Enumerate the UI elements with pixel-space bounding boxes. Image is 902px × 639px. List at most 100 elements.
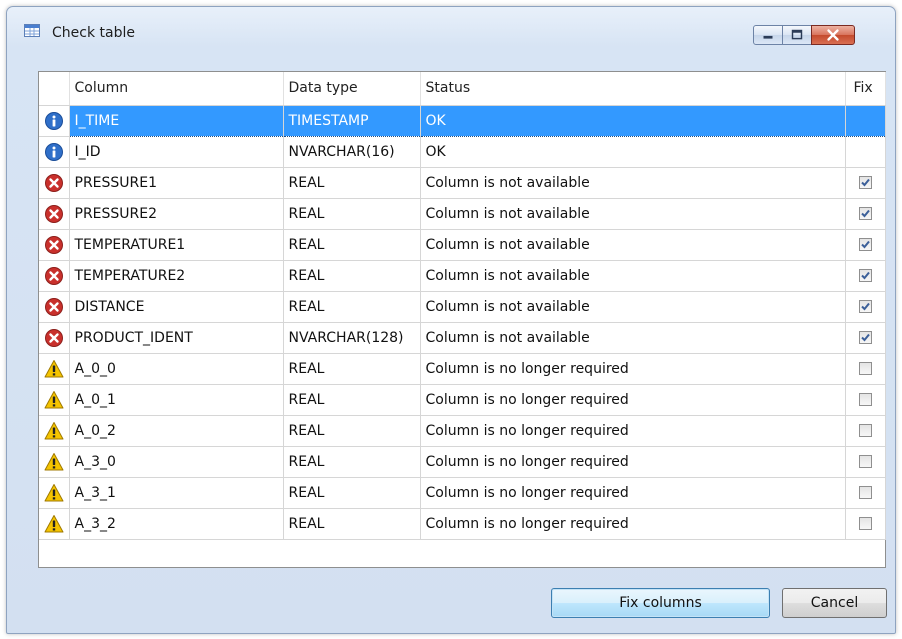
cell-data-type: REAL (283, 384, 421, 416)
table-row[interactable]: DISTANCE REAL Column is not available (39, 291, 886, 323)
fix-checkbox[interactable] (858, 486, 872, 499)
table-row[interactable]: TEMPERATURE1 REAL Column is not available (39, 229, 886, 261)
header-column[interactable]: Column (69, 72, 284, 106)
cell-data-type: REAL (283, 167, 421, 199)
checkmark-icon (860, 240, 870, 249)
cell-status: Column is not available (420, 167, 846, 199)
cell-status: Column is not available (420, 322, 846, 354)
info-icon (44, 142, 64, 162)
table-row[interactable]: A_3_1 REAL Column is no longer required (39, 477, 886, 509)
table-row[interactable]: I_TIME TIMESTAMP OK (39, 104, 886, 137)
cell-fix (845, 136, 886, 168)
row-status-icon-cell (39, 446, 70, 478)
cell-data-type: TIMESTAMP (283, 104, 421, 137)
cell-status: Column is not available (420, 291, 846, 323)
error-icon (44, 173, 64, 193)
row-status-icon-cell (39, 353, 70, 385)
row-status-icon-cell (39, 260, 70, 292)
cell-fix (845, 322, 886, 354)
cell-column: A_3_2 (69, 508, 284, 540)
fix-checkbox[interactable] (858, 393, 872, 406)
cell-data-type: REAL (283, 477, 421, 509)
maximize-button[interactable] (782, 25, 812, 45)
header-fix[interactable]: Fix (845, 72, 886, 106)
table-row[interactable]: PRESSURE2 REAL Column is not available (39, 198, 886, 230)
fix-checkbox-checked[interactable] (858, 207, 872, 220)
header-data-type[interactable]: Data type (283, 72, 421, 106)
minimize-icon (763, 35, 773, 39)
cell-status: Column is not available (420, 229, 846, 261)
table-row[interactable]: A_0_0 REAL Column is no longer required (39, 353, 886, 385)
row-status-icon-cell (39, 477, 70, 509)
cell-data-type: REAL (283, 353, 421, 385)
table-row[interactable]: A_3_2 REAL Column is no longer required (39, 508, 886, 540)
table-row[interactable]: A_0_1 REAL Column is no longer required (39, 384, 886, 416)
fix-checkbox-checked[interactable] (858, 238, 872, 251)
error-icon (44, 297, 64, 317)
fix-columns-button[interactable]: Fix columns (551, 588, 770, 618)
fix-checkbox[interactable] (858, 424, 872, 437)
fix-checkbox-checked[interactable] (858, 176, 872, 189)
cell-fix (845, 477, 886, 509)
cell-fix (845, 260, 886, 292)
checkmark-icon (860, 302, 870, 311)
columns-table: Column Data type Status Fix I_TIME TIMEST… (39, 72, 886, 540)
check-table-grid[interactable]: Column Data type Status Fix I_TIME TIMEST… (38, 71, 886, 568)
row-status-icon-cell (39, 104, 70, 137)
warning-icon (44, 452, 64, 472)
table-icon (24, 24, 40, 37)
cell-fix (845, 229, 886, 261)
cell-status: Column is not available (420, 198, 846, 230)
cell-status: OK (420, 136, 846, 168)
checkmark-icon (860, 271, 870, 280)
cell-column: DISTANCE (69, 291, 284, 323)
cell-column: PRESSURE1 (69, 167, 284, 199)
table-row[interactable]: PRODUCT_IDENT NVARCHAR(128) Column is not … (39, 322, 886, 354)
fix-checkbox[interactable] (858, 362, 872, 375)
table-row[interactable]: A_0_2 REAL Column is no longer required (39, 415, 886, 447)
row-status-icon-cell (39, 229, 70, 261)
cell-data-type: REAL (283, 415, 421, 447)
cell-column: I_TIME (69, 104, 284, 137)
minimize-button[interactable] (753, 25, 783, 45)
table-body: I_TIME TIMESTAMP OK I_ID NVARCHAR(16) OK PRESS… (39, 104, 886, 540)
fix-checkbox-checked[interactable] (858, 269, 872, 282)
row-status-icon-cell (39, 136, 70, 168)
header-status[interactable]: Status (420, 72, 846, 106)
cell-data-type: REAL (283, 229, 421, 261)
cell-fix (845, 353, 886, 385)
fix-checkbox[interactable] (858, 455, 872, 468)
cell-fix (845, 291, 886, 323)
cell-fix (845, 384, 886, 416)
row-status-icon-cell (39, 508, 70, 540)
row-status-icon-cell (39, 384, 70, 416)
table-row[interactable]: PRESSURE1 REAL Column is not available (39, 167, 886, 199)
cell-column: A_3_0 (69, 446, 284, 478)
cell-status: Column is no longer required (420, 477, 846, 509)
table-row[interactable]: A_3_0 REAL Column is no longer required (39, 446, 886, 478)
error-icon (44, 204, 64, 224)
cell-column: A_0_1 (69, 384, 284, 416)
checkmark-icon (860, 333, 870, 342)
cell-column: I_ID (69, 136, 284, 168)
row-status-icon-cell (39, 322, 70, 354)
cancel-button[interactable]: Cancel (782, 588, 887, 618)
cell-data-type: REAL (283, 291, 421, 323)
cell-column: A_3_1 (69, 477, 284, 509)
cell-data-type: REAL (283, 446, 421, 478)
fix-checkbox-checked[interactable] (858, 331, 872, 344)
fix-checkbox[interactable] (858, 517, 872, 530)
cell-column: TEMPERATURE2 (69, 260, 284, 292)
close-button[interactable] (811, 25, 855, 45)
cell-status: Column is no longer required (420, 384, 846, 416)
row-status-icon-cell (39, 198, 70, 230)
fix-checkbox-checked[interactable] (858, 300, 872, 313)
title-bar[interactable]: Check table (7, 7, 895, 45)
cell-column: A_0_0 (69, 353, 284, 385)
table-row[interactable]: TEMPERATURE2 REAL Column is not available (39, 260, 886, 292)
cell-status: Column is no longer required (420, 446, 846, 478)
cell-status: Column is no longer required (420, 508, 846, 540)
table-row[interactable]: I_ID NVARCHAR(16) OK (39, 136, 886, 168)
cell-fix (845, 446, 886, 478)
checkmark-icon (860, 209, 870, 218)
